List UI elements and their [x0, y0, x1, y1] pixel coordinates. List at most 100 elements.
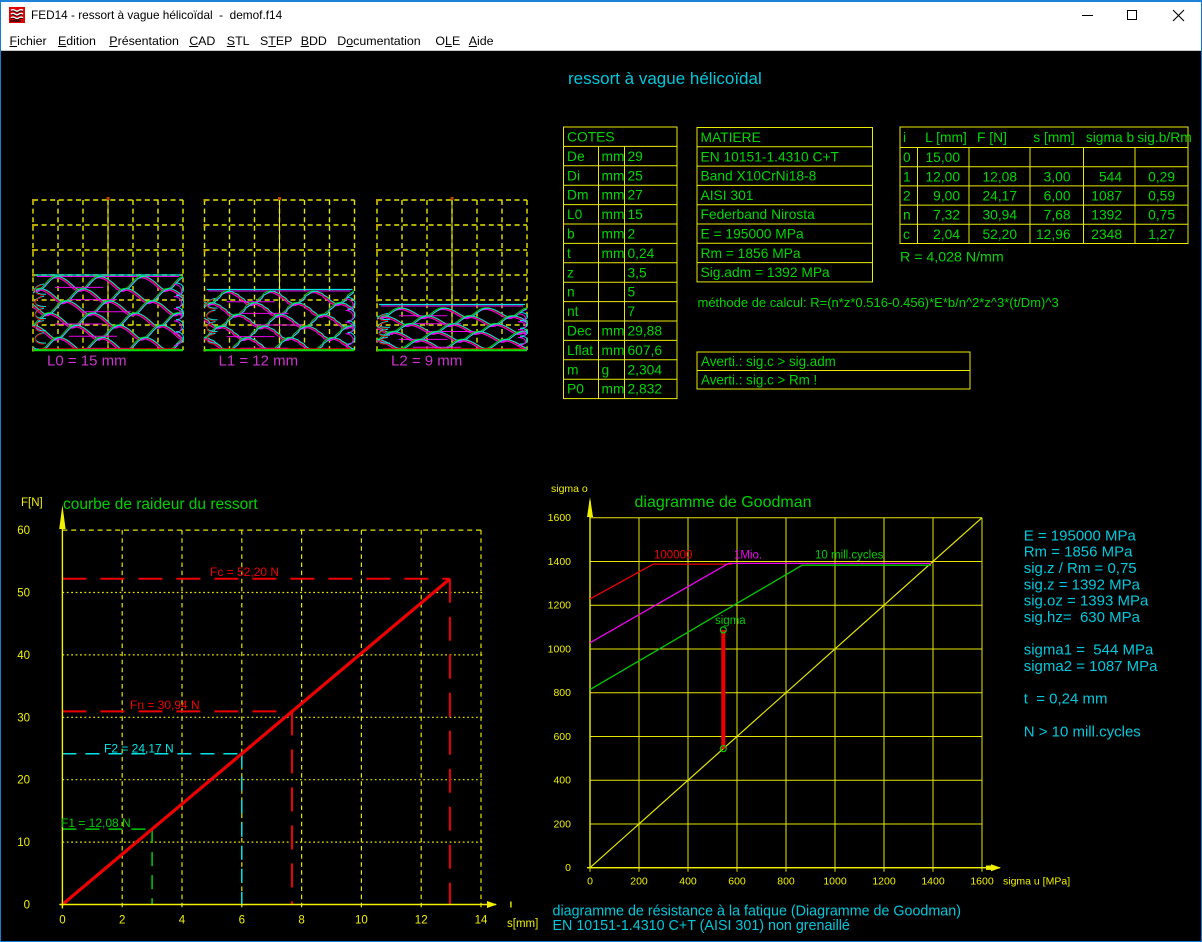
svg-text:Lflat: Lflat	[567, 343, 593, 358]
svg-text:L0: L0	[567, 207, 583, 222]
svg-text:Rm = 1856 MPa: Rm = 1856 MPa	[1024, 544, 1133, 561]
svg-text:0: 0	[565, 862, 571, 874]
svg-text:0,75: 0,75	[1148, 208, 1175, 223]
svg-text:2,04: 2,04	[933, 227, 960, 242]
svg-text:sigma2 = 1087 MPa: sigma2 = 1087 MPa	[1024, 658, 1158, 675]
svg-text:mm: mm	[602, 188, 625, 203]
svg-text:20: 20	[17, 775, 30, 787]
svg-text:diagramme de Goodman: diagramme de Goodman	[635, 494, 812, 511]
svg-text:0: 0	[903, 150, 911, 165]
svg-text:n: n	[903, 208, 911, 223]
svg-text:607,6: 607,6	[628, 343, 663, 358]
svg-text:400: 400	[553, 775, 571, 787]
svg-text:mm: mm	[602, 324, 625, 339]
svg-text:40: 40	[17, 650, 30, 662]
svg-text:COTES: COTES	[567, 130, 615, 145]
svg-text:AISI 301: AISI 301	[701, 188, 754, 203]
svg-text:MATIERE: MATIERE	[701, 130, 761, 145]
svg-text:100000: 100000	[654, 550, 692, 562]
svg-text:Fn = 30,94 N: Fn = 30,94 N	[130, 698, 200, 712]
svg-text:sigma u [MPa]: sigma u [MPa]	[1003, 876, 1070, 888]
svg-text:12,96: 12,96	[1036, 227, 1071, 242]
svg-text:10: 10	[355, 915, 368, 927]
svg-text:R = 4,028 N/mm: R = 4,028 N/mm	[900, 250, 1004, 266]
svg-text:0: 0	[59, 915, 65, 927]
svg-text:60: 60	[17, 525, 30, 537]
svg-text:0,24: 0,24	[628, 246, 655, 261]
svg-text:1,27: 1,27	[1148, 227, 1175, 242]
svg-text:Di: Di	[567, 168, 580, 183]
svg-text:Federband Nirosta: Federband Nirosta	[701, 207, 816, 222]
svg-text:L2 = 9 mm: L2 = 9 mm	[391, 353, 462, 370]
svg-text:14: 14	[475, 915, 488, 927]
svg-text:courbe de raideur du ressort: courbe de raideur du ressort	[63, 496, 258, 513]
svg-text:7,68: 7,68	[1044, 208, 1071, 223]
svg-text:1600: 1600	[970, 876, 994, 888]
svg-text:800: 800	[777, 876, 795, 888]
svg-text:mm: mm	[602, 382, 625, 397]
svg-text:sig.z / Rm = 0,75: sig.z / Rm = 0,75	[1024, 560, 1137, 577]
svg-text:EN 10151-1.4310 C+T (AISI 301): EN 10151-1.4310 C+T (AISI 301) non grena…	[553, 918, 850, 934]
svg-text:mm: mm	[602, 207, 625, 222]
svg-text:t: t	[567, 246, 571, 261]
svg-text:Dec: Dec	[567, 324, 592, 339]
svg-text:10 mill.cycles: 10 mill.cycles	[815, 550, 884, 562]
svg-text:4: 4	[179, 915, 186, 927]
svg-text:mm: mm	[602, 246, 625, 261]
svg-text:Averti.: sig.c > Rm !: Averti.: sig.c > Rm !	[701, 373, 817, 388]
svg-text:1200: 1200	[548, 600, 572, 612]
svg-text:1400: 1400	[548, 556, 572, 568]
svg-text:méthode de calcul: R=(n*z*0.51: méthode de calcul: R=(n*z*0.516-0.456)*E…	[698, 295, 1059, 310]
svg-text:1Mio.: 1Mio.	[734, 550, 762, 562]
svg-text:z: z	[567, 265, 574, 280]
svg-text:N > 10 mill.cycles: N > 10 mill.cycles	[1024, 723, 1141, 740]
svg-text:Sig.adm = 1392 MPa: Sig.adm = 1392 MPa	[701, 265, 831, 280]
svg-text:2,832: 2,832	[628, 382, 663, 397]
svg-text:15: 15	[628, 207, 644, 222]
svg-text:544: 544	[1099, 169, 1122, 184]
svg-text:30,94: 30,94	[982, 208, 1017, 223]
svg-text:mm: mm	[602, 149, 625, 164]
svg-text:EN 10151-1.4310 C+T: EN 10151-1.4310 C+T	[701, 149, 840, 164]
svg-text:F2 = 24,17 N: F2 = 24,17 N	[104, 742, 174, 756]
svg-text:sig.hz= 630 MPa: sig.hz= 630 MPa	[1024, 609, 1141, 626]
svg-text:De: De	[567, 149, 585, 164]
svg-text:0: 0	[587, 876, 593, 888]
svg-text:F1 = 12,08 N: F1 = 12,08 N	[61, 816, 131, 830]
svg-text:Averti.: sig.c > sig.adm: Averti.: sig.c > sig.adm	[701, 354, 836, 369]
svg-text:2348: 2348	[1091, 227, 1122, 242]
svg-text:27: 27	[628, 188, 643, 203]
svg-text:0,29: 0,29	[1148, 169, 1175, 184]
svg-text:7: 7	[628, 304, 636, 319]
svg-text:1000: 1000	[823, 876, 847, 888]
svg-text:Rm = 1856 MPa: Rm = 1856 MPa	[701, 246, 801, 261]
svg-text:sig.oz = 1393 MPa: sig.oz = 1393 MPa	[1024, 593, 1149, 610]
svg-text:1200: 1200	[872, 876, 896, 888]
svg-text:12,00: 12,00	[925, 169, 960, 184]
svg-text:29: 29	[628, 149, 644, 164]
svg-text:2: 2	[628, 227, 636, 242]
svg-text:s[mm]: s[mm]	[507, 918, 538, 930]
svg-text:P0: P0	[567, 382, 584, 397]
svg-text:200: 200	[630, 876, 648, 888]
svg-text:12,08: 12,08	[982, 169, 1017, 184]
svg-text:1400: 1400	[921, 876, 945, 888]
svg-text:s [mm]: s [mm]	[1033, 130, 1074, 145]
svg-text:15,00: 15,00	[925, 150, 960, 165]
svg-text:7,32: 7,32	[933, 208, 960, 223]
svg-text:sigma1 = 544 MPa: sigma1 = 544 MPa	[1024, 642, 1154, 659]
svg-text:nt: nt	[567, 304, 579, 319]
svg-text:m: m	[567, 362, 579, 377]
svg-text:3,00: 3,00	[1044, 169, 1071, 184]
svg-text:30: 30	[17, 712, 30, 724]
svg-text:E = 195000 MPa: E = 195000 MPa	[701, 227, 804, 242]
svg-text:2,304: 2,304	[628, 362, 663, 377]
svg-text:52,20: 52,20	[982, 227, 1017, 242]
svg-text:Band X10CrNi18-8: Band X10CrNi18-8	[701, 169, 817, 184]
svg-text:mm: mm	[602, 227, 625, 242]
svg-text:b: b	[567, 227, 575, 242]
svg-text:1392: 1392	[1091, 208, 1122, 223]
svg-text:10: 10	[17, 837, 30, 849]
svg-text:8: 8	[298, 915, 304, 927]
svg-text:29,88: 29,88	[628, 324, 663, 339]
